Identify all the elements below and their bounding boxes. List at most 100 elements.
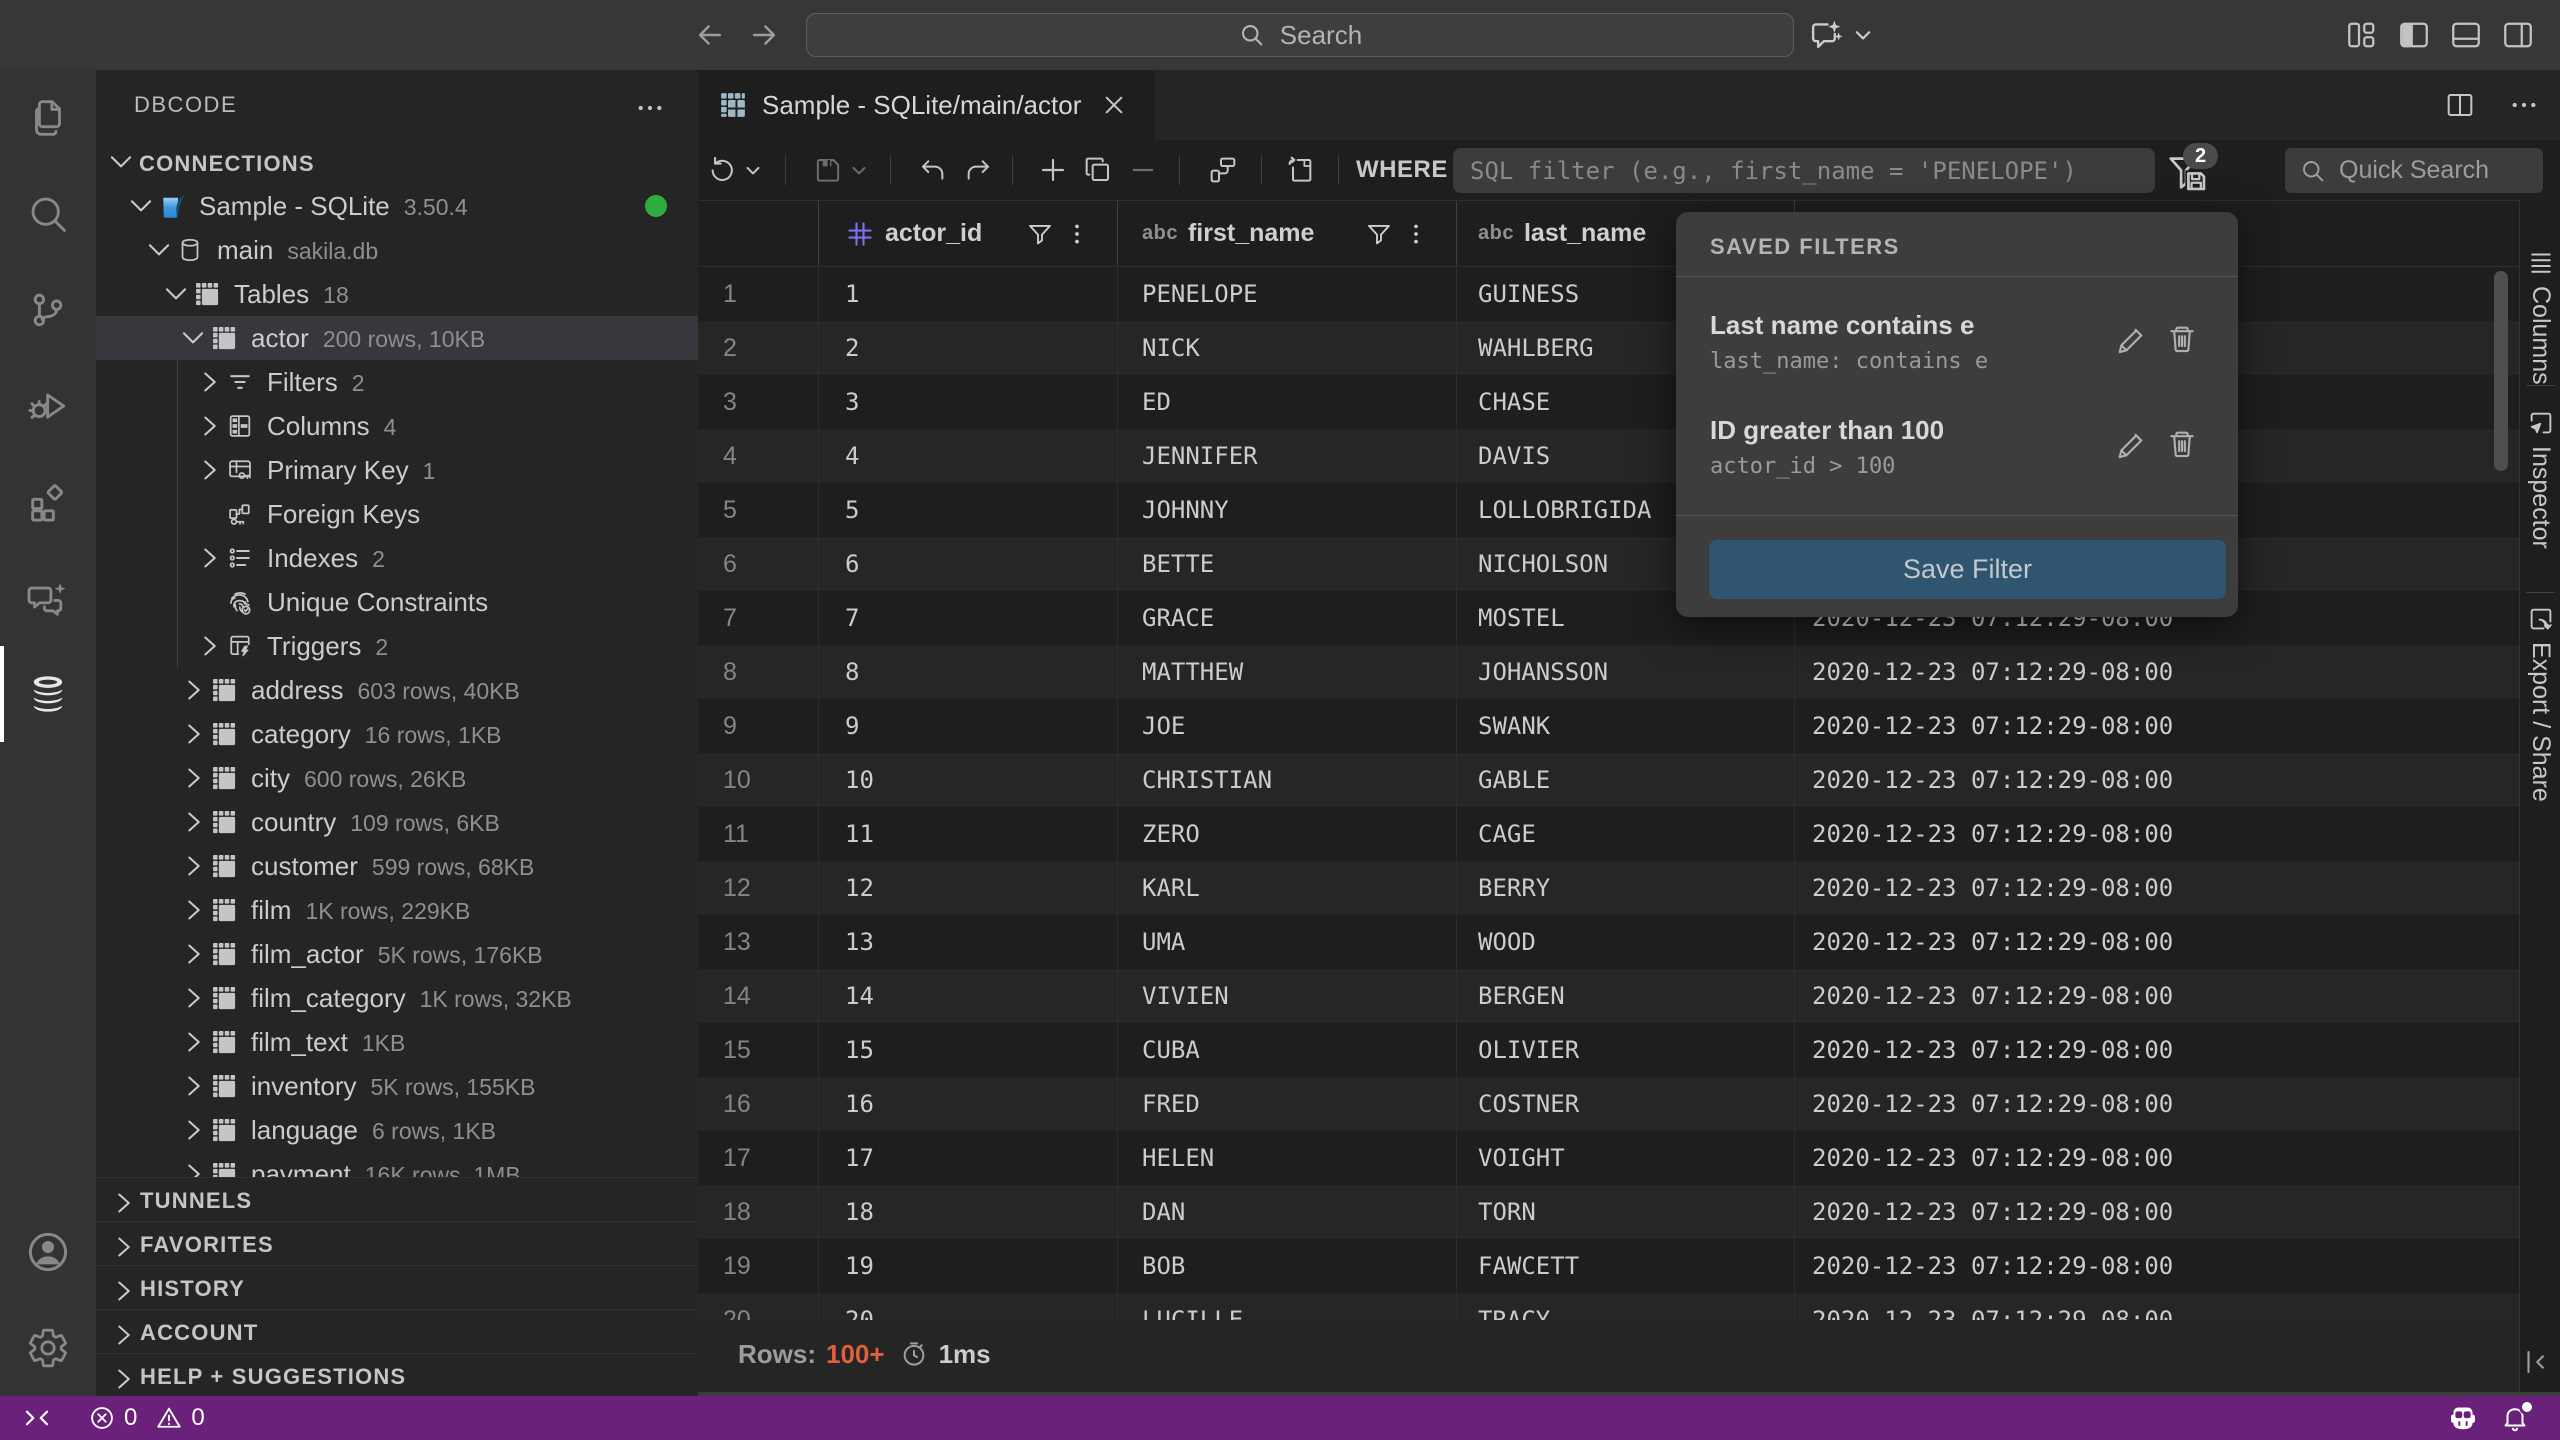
cell-last_name[interactable]: JOHANSSON xyxy=(1478,645,1608,699)
tree-item-filters[interactable]: Filters2 xyxy=(96,360,698,404)
twisty-chevron-right-icon[interactable] xyxy=(178,1027,208,1057)
twisty-chevron-down-icon[interactable] xyxy=(144,235,174,265)
undo-button[interactable] xyxy=(917,140,949,200)
tree-item-film[interactable]: film1K rows, 229KB xyxy=(96,888,698,932)
twisty-chevron-right-icon[interactable] xyxy=(178,719,208,749)
edit-filter-pencil-icon[interactable] xyxy=(2115,322,2149,356)
delete-filter-trash-icon[interactable] xyxy=(2165,427,2199,461)
cell-last_update[interactable]: 2020-12-23 07:12:29-08:00 xyxy=(1812,753,2173,807)
edit-order-button[interactable] xyxy=(1207,140,1239,200)
cell-last_update[interactable]: 2020-12-23 07:12:29-08:00 xyxy=(1812,969,2173,1023)
cell-last_update[interactable]: 2020-12-23 07:12:29-08:00 xyxy=(1812,1131,2173,1185)
cell-last_name[interactable]: WOOD xyxy=(1478,915,1536,969)
tree-item-main[interactable]: mainsakila.db xyxy=(96,228,698,272)
cell-actor_id[interactable]: 1 xyxy=(845,267,859,321)
cell-actor_id[interactable]: 18 xyxy=(845,1185,874,1239)
column-filter-funnel-icon[interactable] xyxy=(1025,201,1055,266)
cell-last_update[interactable]: 2020-12-23 07:12:29-08:00 xyxy=(1812,1239,2173,1293)
cell-actor_id[interactable]: 16 xyxy=(845,1077,874,1131)
tree-item-connections[interactable]: CONNECTIONS xyxy=(96,140,698,184)
sql-filter-input[interactable]: SQL filter (e.g., first_name = 'PENELOPE… xyxy=(1453,148,2155,193)
cell-first_name[interactable]: NICK xyxy=(1142,321,1200,375)
twisty-chevron-right-icon[interactable] xyxy=(178,1159,208,1177)
cell-last_name[interactable]: TRACY xyxy=(1478,1293,1550,1320)
tree-item-film-category[interactable]: film_category1K rows, 32KB xyxy=(96,976,698,1020)
export-button[interactable] xyxy=(1285,140,1317,200)
refresh-options-chevron-icon[interactable] xyxy=(742,140,764,200)
remote-indicator[interactable] xyxy=(22,1396,52,1440)
cell-last_name[interactable]: DAVIS xyxy=(1478,429,1550,483)
right-tab-columns[interactable]: Columns xyxy=(2520,248,2560,385)
cell-last_update[interactable]: 2020-12-23 07:12:29-08:00 xyxy=(1812,699,2173,753)
quick-search-input[interactable]: Quick Search xyxy=(2285,148,2543,193)
cell-last_name[interactable]: FAWCETT xyxy=(1478,1239,1579,1293)
twisty-chevron-right-icon[interactable] xyxy=(194,411,224,441)
cell-actor_id[interactable]: 10 xyxy=(845,753,874,807)
section-tunnels[interactable]: TUNNELS xyxy=(96,1177,698,1221)
cell-last_update[interactable]: 2020-12-23 07:12:29-08:00 xyxy=(1812,1185,2173,1239)
sidebar-more-actions-icon[interactable] xyxy=(634,92,666,124)
twisty-chevron-right-icon[interactable] xyxy=(194,543,224,573)
activity-database-icon[interactable] xyxy=(0,646,96,742)
right-tab-inspector[interactable]: Inspector xyxy=(2520,408,2560,549)
twisty-chevron-right-icon[interactable] xyxy=(178,675,208,705)
cell-actor_id[interactable]: 7 xyxy=(845,591,859,645)
notifications-bell-icon[interactable] xyxy=(2500,1396,2530,1440)
cell-first_name[interactable]: MATTHEW xyxy=(1142,645,1243,699)
twisty-chevron-right-icon[interactable] xyxy=(178,763,208,793)
cell-last_update[interactable]: 2020-12-23 07:12:29-08:00 xyxy=(1812,807,2173,861)
cell-actor_id[interactable]: 8 xyxy=(845,645,859,699)
cell-first_name[interactable]: JOHNNY xyxy=(1142,483,1229,537)
twisty-chevron-right-icon[interactable] xyxy=(178,1071,208,1101)
cell-last_name[interactable]: CAGE xyxy=(1478,807,1536,861)
cell-actor_id[interactable]: 19 xyxy=(845,1239,874,1293)
cell-first_name[interactable]: VIVIEN xyxy=(1142,969,1229,1023)
cell-first_name[interactable]: JENNIFER xyxy=(1142,429,1258,483)
activity-explorer-icon[interactable] xyxy=(0,70,96,166)
tree-item-sample-sqlite[interactable]: Sample - SQLite3.50.4 xyxy=(96,184,698,228)
customize-layout-icon[interactable] xyxy=(2344,17,2380,53)
cell-last_name[interactable]: TORN xyxy=(1478,1185,1536,1239)
cell-actor_id[interactable]: 20 xyxy=(845,1293,874,1320)
cell-first_name[interactable]: GRACE xyxy=(1142,591,1214,645)
cell-last_name[interactable]: CHASE xyxy=(1478,375,1550,429)
activity-settings-gear-icon[interactable] xyxy=(0,1300,96,1396)
vertical-scrollbar-thumb[interactable] xyxy=(2494,271,2508,471)
activity-chat-icon[interactable] xyxy=(0,550,96,646)
cell-last_name[interactable]: VOIGHT xyxy=(1478,1131,1565,1185)
tree-item-foreign-keys[interactable]: Foreign Keys xyxy=(96,492,698,536)
cell-first_name[interactable]: BOB xyxy=(1142,1239,1185,1293)
cell-last_name[interactable]: SWANK xyxy=(1478,699,1550,753)
section-help-suggestions[interactable]: HELP + SUGGESTIONS xyxy=(96,1353,698,1396)
cell-actor_id[interactable]: 13 xyxy=(845,915,874,969)
column-header-last_name[interactable]: abclast_name xyxy=(1478,201,1646,266)
cell-first_name[interactable]: KARL xyxy=(1142,861,1200,915)
section-account[interactable]: ACCOUNT xyxy=(96,1309,698,1353)
cell-actor_id[interactable]: 12 xyxy=(845,861,874,915)
cell-last_name[interactable]: BERGEN xyxy=(1478,969,1565,1023)
cell-last_name[interactable]: GUINESS xyxy=(1478,267,1579,321)
twisty-chevron-right-icon[interactable] xyxy=(178,939,208,969)
tree-item-category[interactable]: category16 rows, 1KB xyxy=(96,712,698,756)
tree-item-actor[interactable]: actor200 rows, 10KB xyxy=(96,316,698,360)
tree-item-unique-constraints[interactable]: Unique Constraints xyxy=(96,580,698,624)
delete-row-button[interactable] xyxy=(1127,140,1159,200)
cell-last_update[interactable]: 2020-12-23 07:12:29-08:00 xyxy=(1812,861,2173,915)
tree-item-inventory[interactable]: inventory5K rows, 155KB xyxy=(96,1064,698,1108)
back-button[interactable] xyxy=(688,13,732,57)
cell-first_name[interactable]: CHRISTIAN xyxy=(1142,753,1272,807)
cell-actor_id[interactable]: 4 xyxy=(845,429,859,483)
twisty-chevron-right-icon[interactable] xyxy=(194,367,224,397)
cell-first_name[interactable]: PENELOPE xyxy=(1142,267,1258,321)
cell-first_name[interactable]: FRED xyxy=(1142,1077,1200,1131)
activity-search-icon[interactable] xyxy=(0,166,96,262)
tab-close-icon[interactable] xyxy=(1101,92,1127,118)
command-center-search[interactable]: Search xyxy=(806,13,1794,57)
cell-first_name[interactable]: HELEN xyxy=(1142,1131,1214,1185)
tree-item-country[interactable]: country109 rows, 6KB xyxy=(96,800,698,844)
section-history[interactable]: HISTORY xyxy=(96,1265,698,1309)
cell-actor_id[interactable]: 14 xyxy=(845,969,874,1023)
cell-last_name[interactable]: NICHOLSON xyxy=(1478,537,1608,591)
activity-account-icon[interactable] xyxy=(0,1204,96,1300)
cell-first_name[interactable]: LUCILLE xyxy=(1142,1293,1243,1320)
